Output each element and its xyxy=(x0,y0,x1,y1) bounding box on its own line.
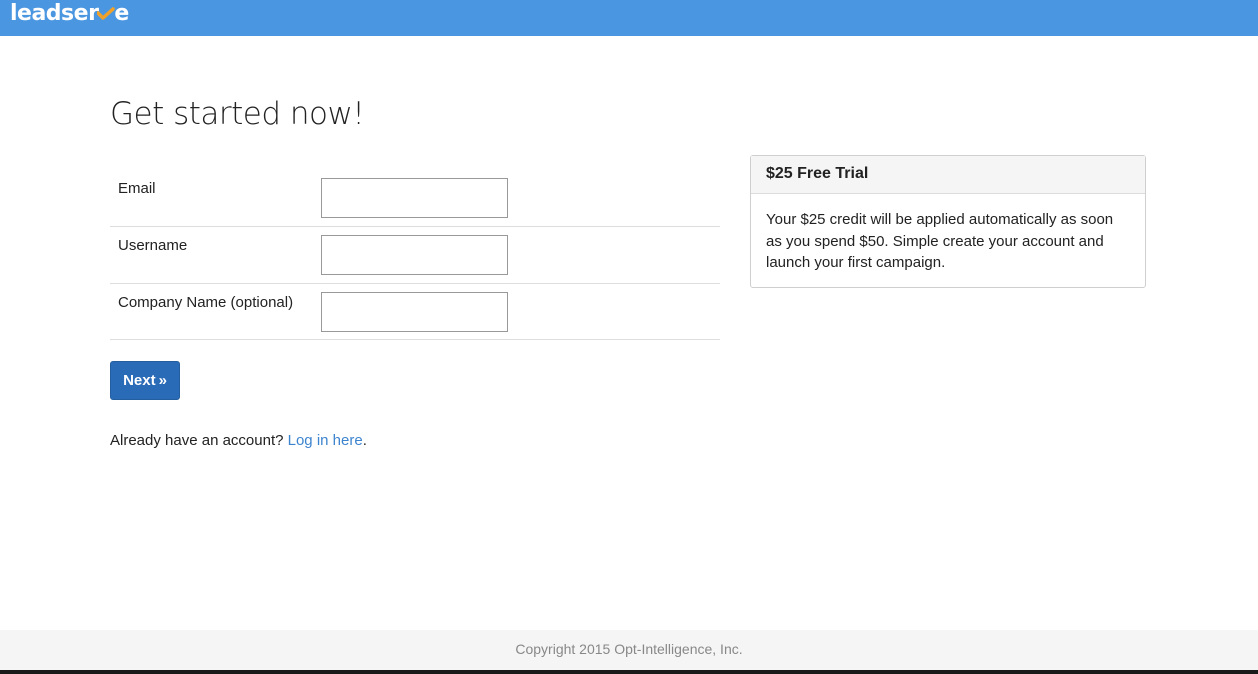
email-field[interactable] xyxy=(321,178,508,218)
username-label: Username xyxy=(118,237,188,254)
copyright-text: Copyright 2015 Opt-Intelligence, Inc. xyxy=(515,641,743,657)
leadserve-logo[interactable]: leadser e xyxy=(10,1,129,27)
email-label: Email xyxy=(118,180,156,197)
checkmark-icon xyxy=(97,7,116,20)
free-trial-panel: $25 Free Trial Your $25 credit will be a… xyxy=(750,155,1146,288)
username-row: Username xyxy=(110,227,720,284)
login-prompt-text: Already have an account? xyxy=(110,432,288,449)
free-trial-heading: $25 Free Trial xyxy=(751,156,1145,194)
next-button[interactable]: Next » xyxy=(110,361,180,400)
username-field[interactable] xyxy=(321,235,508,275)
next-button-label: Next xyxy=(123,372,156,389)
login-prompt-suffix: . xyxy=(362,432,367,449)
free-trial-description: Your $25 credit will be applied automati… xyxy=(766,211,1114,271)
double-chevron-right-icon: » xyxy=(158,372,167,389)
login-prompt: Already have an account? Log in here. xyxy=(110,432,367,449)
company-name-row: Company Name (optional) xyxy=(110,284,720,340)
email-row: Email xyxy=(110,170,720,227)
logo-text-pre: leadser xyxy=(10,1,99,26)
login-link[interactable]: Log in here xyxy=(288,432,363,449)
bottom-divider xyxy=(0,670,1258,674)
top-navbar: leadser e xyxy=(0,0,1258,36)
company-name-field[interactable] xyxy=(321,292,508,332)
company-name-label: Company Name (optional) xyxy=(118,294,294,311)
logo-text-post: e xyxy=(114,1,129,26)
footer: Copyright 2015 Opt-Intelligence, Inc. xyxy=(0,630,1258,670)
signup-form: Email Username Company Name (optional) xyxy=(110,170,720,340)
page-title: Get started now! xyxy=(110,96,365,132)
